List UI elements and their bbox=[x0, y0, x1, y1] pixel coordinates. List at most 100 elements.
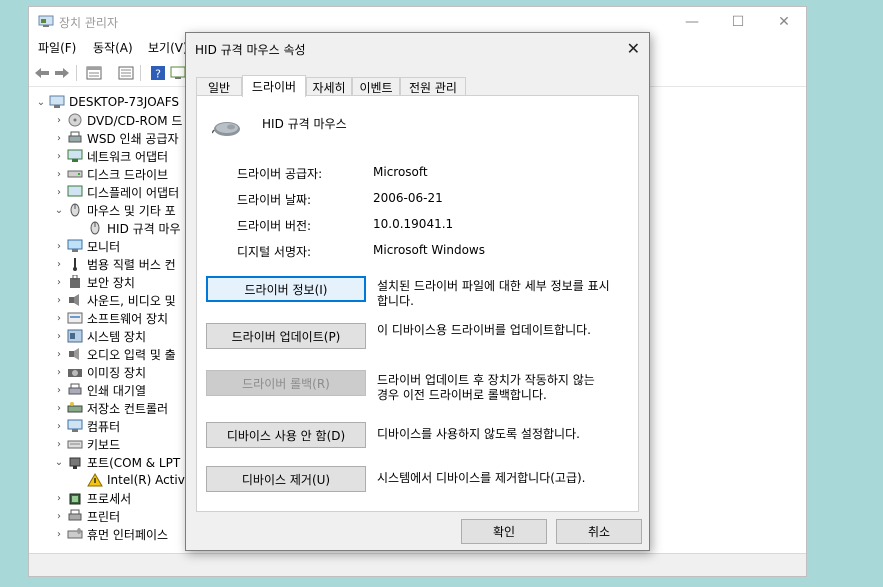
chevron-right-icon[interactable]: › bbox=[53, 529, 65, 540]
driver-details-description: 설치된 드라이버 파일에 대한 세부 정보를 표시 합니다. bbox=[377, 279, 632, 309]
tree-item[interactable]: › 인쇄 대기열 bbox=[53, 381, 146, 399]
driver-provider-label: 드라이버 공급자: bbox=[237, 167, 323, 181]
minimize-button[interactable]: — bbox=[669, 7, 715, 37]
chevron-down-icon[interactable]: ⌄ bbox=[53, 205, 65, 216]
driver-details-button[interactable]: 드라이버 정보(I) bbox=[206, 276, 366, 302]
port-icon bbox=[67, 455, 83, 469]
chevron-right-icon[interactable]: › bbox=[53, 151, 65, 162]
chevron-down-icon[interactable]: ⌄ bbox=[35, 97, 47, 108]
tree-item[interactable]: › 소프트웨어 장치 bbox=[53, 309, 168, 327]
chevron-down-icon[interactable]: ⌄ bbox=[53, 457, 65, 468]
tree-item[interactable]: › 사운드, 비디오 및 bbox=[53, 291, 176, 309]
tab-events[interactable]: 이벤트 bbox=[352, 77, 400, 96]
tree-item[interactable]: HID 규격 마우 bbox=[73, 219, 181, 237]
usb-icon bbox=[67, 257, 83, 271]
dvd-drive-icon bbox=[67, 113, 83, 127]
tree-item[interactable]: › 모니터 bbox=[53, 237, 120, 255]
tree-item[interactable]: › 저장소 컨트롤러 bbox=[53, 399, 168, 417]
chevron-right-icon[interactable]: › bbox=[53, 313, 65, 324]
chevron-right-icon[interactable]: › bbox=[53, 511, 65, 522]
properties-icon bbox=[86, 66, 102, 80]
tree-item[interactable]: › 휴먼 인터페이스 bbox=[53, 525, 168, 543]
mouse-icon bbox=[67, 203, 83, 217]
chevron-right-icon[interactable]: › bbox=[53, 241, 65, 252]
tree-item[interactable]: › 이미징 장치 bbox=[53, 363, 146, 381]
maximize-button[interactable]: ☐ bbox=[715, 7, 761, 37]
chevron-right-icon[interactable]: › bbox=[53, 277, 65, 288]
tree-item[interactable]: › 디스플레이 어댑터 bbox=[53, 183, 179, 201]
forward-button[interactable] bbox=[53, 64, 71, 82]
chevron-right-icon[interactable]: › bbox=[53, 169, 65, 180]
tree-item[interactable]: › 시스템 장치 bbox=[53, 327, 146, 345]
disable-device-button[interactable]: 디바이스 사용 안 함(D) bbox=[206, 422, 366, 448]
tree-item[interactable]: › WSD 인쇄 공급자 bbox=[53, 129, 179, 147]
chevron-right-icon[interactable]: › bbox=[53, 331, 65, 342]
storage-controller-icon bbox=[67, 401, 83, 415]
printer-icon bbox=[67, 509, 83, 523]
chevron-right-icon[interactable]: › bbox=[53, 295, 65, 306]
update-driver-button[interactable]: 드라이버 업데이트(P) bbox=[206, 323, 366, 349]
close-button[interactable]: ✕ bbox=[761, 7, 807, 37]
tree-item-label: Intel(R) Active bbox=[107, 473, 193, 487]
security-device-icon bbox=[67, 275, 83, 289]
chevron-right-icon[interactable]: › bbox=[53, 187, 65, 198]
tree-item-label: 시스템 장치 bbox=[87, 329, 147, 344]
tree-item[interactable]: › DVD/CD-ROM 드 bbox=[53, 111, 182, 129]
tree-item-label: 컴퓨터 bbox=[87, 419, 121, 434]
chevron-right-icon[interactable]: › bbox=[53, 133, 65, 144]
digital-signer-label: 디지털 서명자: bbox=[237, 245, 312, 259]
maximize-icon: ☐ bbox=[731, 14, 745, 30]
back-button[interactable] bbox=[33, 64, 51, 82]
properties-view-button[interactable] bbox=[85, 64, 103, 82]
driver-version-value: 10.0.19041.1 bbox=[373, 217, 454, 231]
dialog-close-button[interactable]: ✕ bbox=[627, 39, 640, 58]
tree-item[interactable]: ⌄ 포트(COM & LPT bbox=[53, 453, 180, 471]
chevron-right-icon[interactable]: › bbox=[53, 259, 65, 270]
tree-item[interactable]: › 오디오 입력 및 출 bbox=[53, 345, 176, 363]
ok-button[interactable]: 확인 bbox=[461, 519, 547, 544]
tree-root[interactable]: ⌄ DESKTOP-73JOAFS bbox=[35, 93, 179, 111]
menu-view[interactable]: 보기(V) bbox=[148, 39, 188, 56]
uninstall-device-button[interactable]: 디바이스 제거(U) bbox=[206, 466, 366, 492]
close-icon: ✕ bbox=[778, 14, 790, 30]
tree-item[interactable]: ⌄ 마우스 및 기타 포 bbox=[53, 201, 176, 219]
list-view-button[interactable] bbox=[117, 64, 135, 82]
description-line: 디바이스를 사용하지 않도록 설정합니다. bbox=[377, 427, 580, 441]
tree-item[interactable]: › 컴퓨터 bbox=[53, 417, 120, 435]
description-line: 이 디바이스용 드라이버를 업데이트합니다. bbox=[377, 323, 591, 337]
tree-item[interactable]: › 키보드 bbox=[53, 435, 120, 453]
tree-item[interactable]: › 범용 직렬 버스 컨 bbox=[53, 255, 176, 273]
help-button[interactable]: ? bbox=[149, 64, 167, 82]
chevron-right-icon[interactable]: › bbox=[53, 367, 65, 378]
chevron-right-icon[interactable]: › bbox=[53, 421, 65, 432]
tab-driver[interactable]: 드라이버 bbox=[242, 75, 306, 97]
tree-item-label: DVD/CD-ROM 드 bbox=[87, 113, 183, 128]
tab-general[interactable]: 일반 bbox=[196, 77, 242, 96]
chevron-right-icon[interactable]: › bbox=[53, 349, 65, 360]
disk-drive-icon bbox=[67, 167, 83, 181]
tree-item[interactable]: › 프로세서 bbox=[53, 489, 131, 507]
tree-item[interactable]: › 보안 장치 bbox=[53, 273, 135, 291]
tree-item[interactable]: › 프린터 bbox=[53, 507, 120, 525]
tab-power-management[interactable]: 전원 관리 bbox=[400, 77, 466, 96]
warning-icon bbox=[87, 473, 103, 487]
uninstall-device-description: 시스템에서 디바이스를 제거합니다(고급). bbox=[377, 471, 632, 486]
tree-item-label: 키보드 bbox=[87, 437, 121, 452]
tree-item[interactable]: Intel(R) Active bbox=[73, 471, 192, 489]
chevron-right-icon[interactable]: › bbox=[53, 403, 65, 414]
menu-action[interactable]: 동작(A) bbox=[93, 39, 133, 56]
close-icon: ✕ bbox=[626, 39, 640, 58]
chevron-right-icon[interactable]: › bbox=[53, 439, 65, 450]
chevron-right-icon[interactable]: › bbox=[53, 493, 65, 504]
chevron-right-icon[interactable]: › bbox=[53, 115, 65, 126]
tree-item[interactable]: › 네트워크 어댑터 bbox=[53, 147, 168, 165]
menu-file[interactable]: 파일(F) bbox=[38, 39, 76, 56]
tree-item[interactable]: › 디스크 드라이브 bbox=[53, 165, 168, 183]
cancel-button[interactable]: 취소 bbox=[556, 519, 642, 544]
computer-icon bbox=[49, 95, 65, 109]
chevron-right-icon[interactable]: › bbox=[53, 385, 65, 396]
tree-item-label: 프린터 bbox=[87, 509, 121, 524]
tab-details[interactable]: 자세히 bbox=[306, 77, 352, 96]
audio-io-icon bbox=[67, 347, 83, 361]
tree-item-label: HID 규격 마우 bbox=[107, 221, 181, 236]
